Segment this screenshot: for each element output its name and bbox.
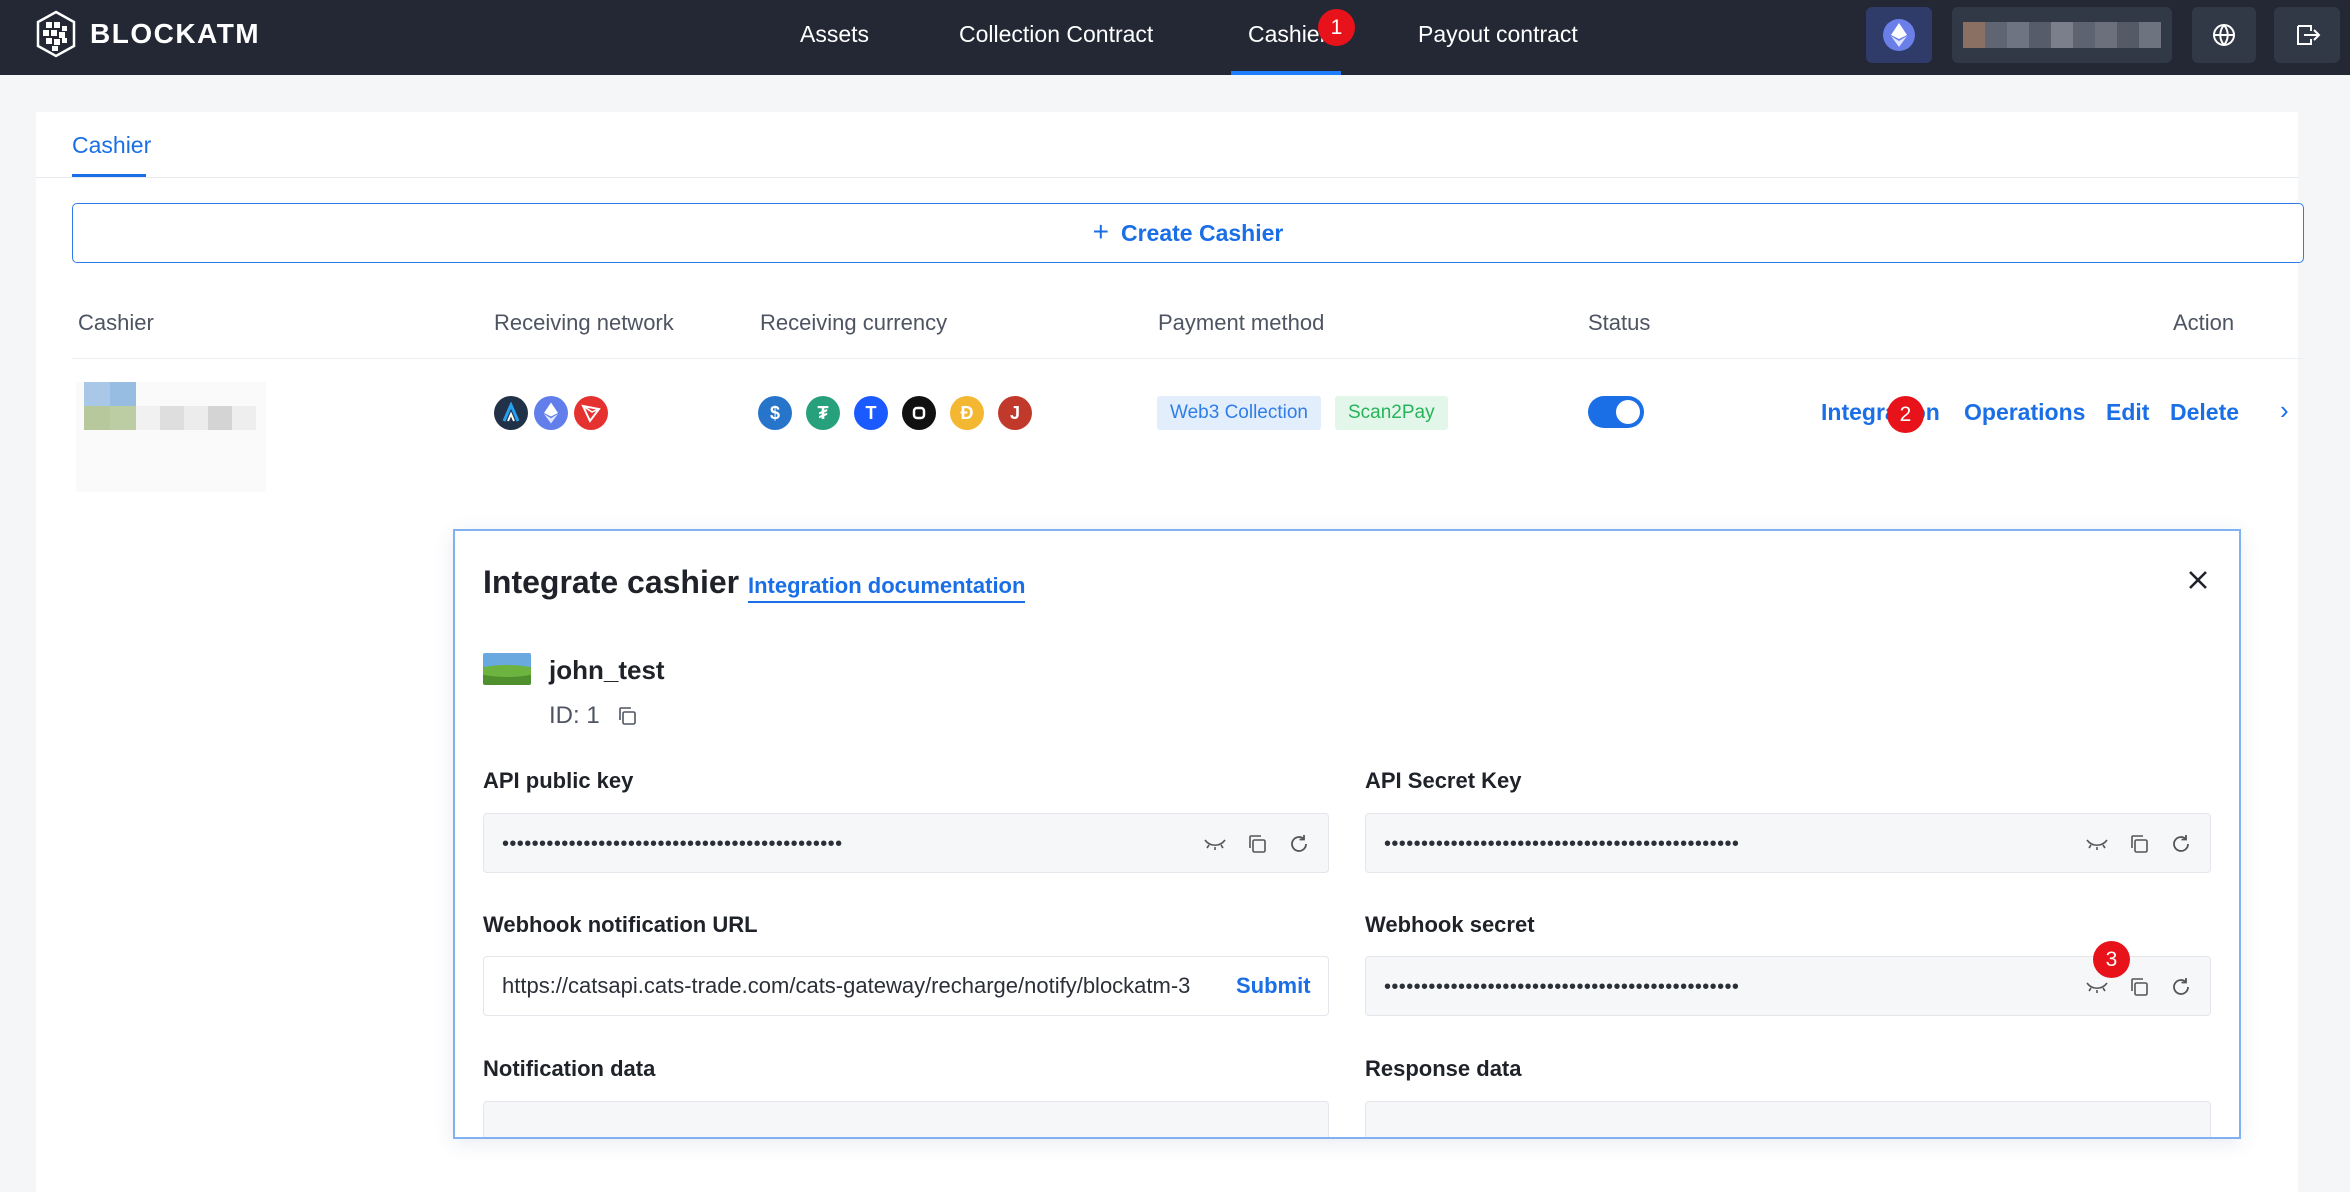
receiving-currencies: $ ₮ T Ð J	[758, 396, 1032, 430]
nav-cashier[interactable]: Cashier	[1248, 0, 1327, 75]
plus-icon: +	[1092, 215, 1109, 247]
logo-text: BLOCKATM	[90, 18, 261, 49]
eye-closed-icon[interactable]	[1202, 831, 1228, 857]
tron-icon	[574, 396, 608, 430]
cashier-name-blurred	[136, 406, 256, 430]
response-data-field[interactable]	[1365, 1101, 2211, 1137]
edit-link[interactable]: Edit	[2106, 399, 2149, 426]
api-secret-key-value: ••••••••••••••••••••••••••••••••••••••••…	[1384, 833, 1740, 855]
chevron-right-icon[interactable]: ›	[2280, 395, 2289, 426]
custom-coin-icon	[902, 396, 936, 430]
dai-icon: Ð	[950, 396, 984, 430]
cashier-id: ID: 1	[549, 702, 600, 729]
annotation-badge-2: 2	[1887, 396, 1924, 433]
copy-icon[interactable]	[616, 705, 638, 727]
webhook-secret-label: Webhook secret	[1365, 912, 1535, 937]
logout-icon	[2297, 25, 2321, 45]
create-cashier-label: Create Cashier	[1121, 219, 1284, 246]
notification-data-field[interactable]	[483, 1101, 1329, 1137]
copy-icon[interactable]	[2126, 831, 2152, 857]
arbitrum-icon	[494, 396, 528, 430]
delete-link[interactable]: Delete	[2170, 399, 2239, 426]
globe-icon	[2213, 24, 2235, 46]
cashier-name: john_test	[549, 655, 665, 685]
nav-active-indicator	[1231, 71, 1341, 75]
column-header-cashier: Cashier	[78, 310, 154, 335]
cashier-avatar	[483, 653, 531, 685]
annotation-badge-3: 3	[2093, 941, 2130, 978]
eye-closed-icon[interactable]	[2084, 831, 2110, 857]
close-icon[interactable]	[2183, 565, 2213, 595]
webhook-secret-value: ••••••••••••••••••••••••••••••••••••••••…	[1384, 976, 1740, 998]
refresh-icon[interactable]	[2168, 831, 2194, 857]
integration-documentation-link[interactable]: Integration documentation	[748, 573, 1026, 603]
api-secret-key-label: API Secret Key	[1365, 768, 1522, 793]
tab-cashier[interactable]: Cashier	[72, 132, 151, 159]
api-secret-key-field[interactable]: ••••••••••••••••••••••••••••••••••••••••…	[1365, 813, 2211, 873]
eye-closed-icon[interactable]	[2084, 974, 2110, 1000]
nav-collection-contract[interactable]: Collection Contract	[959, 0, 1153, 75]
payment-method-scan2pay: Scan2Pay	[1335, 396, 1448, 430]
receiving-networks	[494, 396, 608, 430]
operations-link[interactable]: Operations	[1964, 399, 2085, 426]
webhook-url-label: Webhook notification URL	[483, 912, 758, 937]
dialog-title: Integrate cashier	[483, 564, 740, 600]
annotation-badge-1: 1	[1318, 9, 1355, 46]
column-header-receiving-currency: Receiving currency	[760, 310, 948, 335]
usdc-icon: $	[758, 396, 792, 430]
toggle-knob	[1616, 400, 1640, 424]
column-header-action: Action	[2173, 310, 2235, 335]
response-data-label: Response data	[1365, 1056, 1522, 1081]
api-public-key-label: API public key	[483, 768, 634, 793]
column-header-status: Status	[1588, 310, 1651, 335]
copy-icon[interactable]	[2126, 974, 2152, 1000]
copy-icon[interactable]	[1244, 831, 1270, 857]
ethereum-icon	[1883, 19, 1915, 51]
status-toggle[interactable]	[1588, 396, 1644, 428]
api-public-key-value: ••••••••••••••••••••••••••••••••••••••••…	[502, 833, 843, 855]
notification-data-label: Notification data	[483, 1056, 656, 1081]
refresh-icon[interactable]	[1286, 831, 1312, 857]
language-button[interactable]	[2192, 7, 2256, 63]
top-navigation-bar: BLOCKATM Assets Collection Contract Cash…	[0, 0, 2350, 75]
refresh-icon[interactable]	[2168, 974, 2194, 1000]
tab-divider	[36, 177, 2298, 178]
api-public-key-field[interactable]: ••••••••••••••••••••••••••••••••••••••••…	[483, 813, 1329, 873]
column-header-payment-method: Payment method	[1158, 310, 1325, 335]
create-cashier-button[interactable]: + Create Cashier	[72, 203, 2304, 263]
ethereum-icon	[534, 396, 568, 430]
j-coin-icon: J	[998, 396, 1032, 430]
payment-method-web3-collection: Web3 Collection	[1157, 396, 1322, 430]
webhook-url-field[interactable]: https://catsapi.cats-trade.com/cats-gate…	[483, 956, 1329, 1016]
webhook-url-input[interactable]: https://catsapi.cats-trade.com/cats-gate…	[502, 973, 1232, 999]
logout-button[interactable]	[2274, 7, 2340, 63]
nav-assets[interactable]: Assets	[800, 0, 869, 75]
webhook-submit-button[interactable]: Submit	[1236, 973, 1311, 999]
cashier-id-row: ID: 1	[549, 702, 638, 730]
nav-payout-contract[interactable]: Payout contract	[1418, 0, 1578, 75]
network-switch-button[interactable]	[1866, 7, 1932, 63]
webhook-secret-field[interactable]: ••••••••••••••••••••••••••••••••••••••••…	[1365, 956, 2211, 1016]
column-header-receiving-network: Receiving network	[494, 310, 674, 335]
user-account-button[interactable]	[1952, 7, 2172, 63]
cashier-avatar-blurred	[84, 382, 136, 430]
user-avatar-blurred	[1963, 22, 2161, 48]
blockatm-logo-icon	[36, 10, 76, 58]
usdt-icon: ₮	[806, 396, 840, 430]
tusd-icon: T	[854, 396, 888, 430]
integrate-cashier-dialog: Integrate cashier Integration documentat…	[453, 529, 2241, 1139]
header-divider	[72, 358, 2304, 359]
logo[interactable]: BLOCKATM	[34, 8, 260, 60]
